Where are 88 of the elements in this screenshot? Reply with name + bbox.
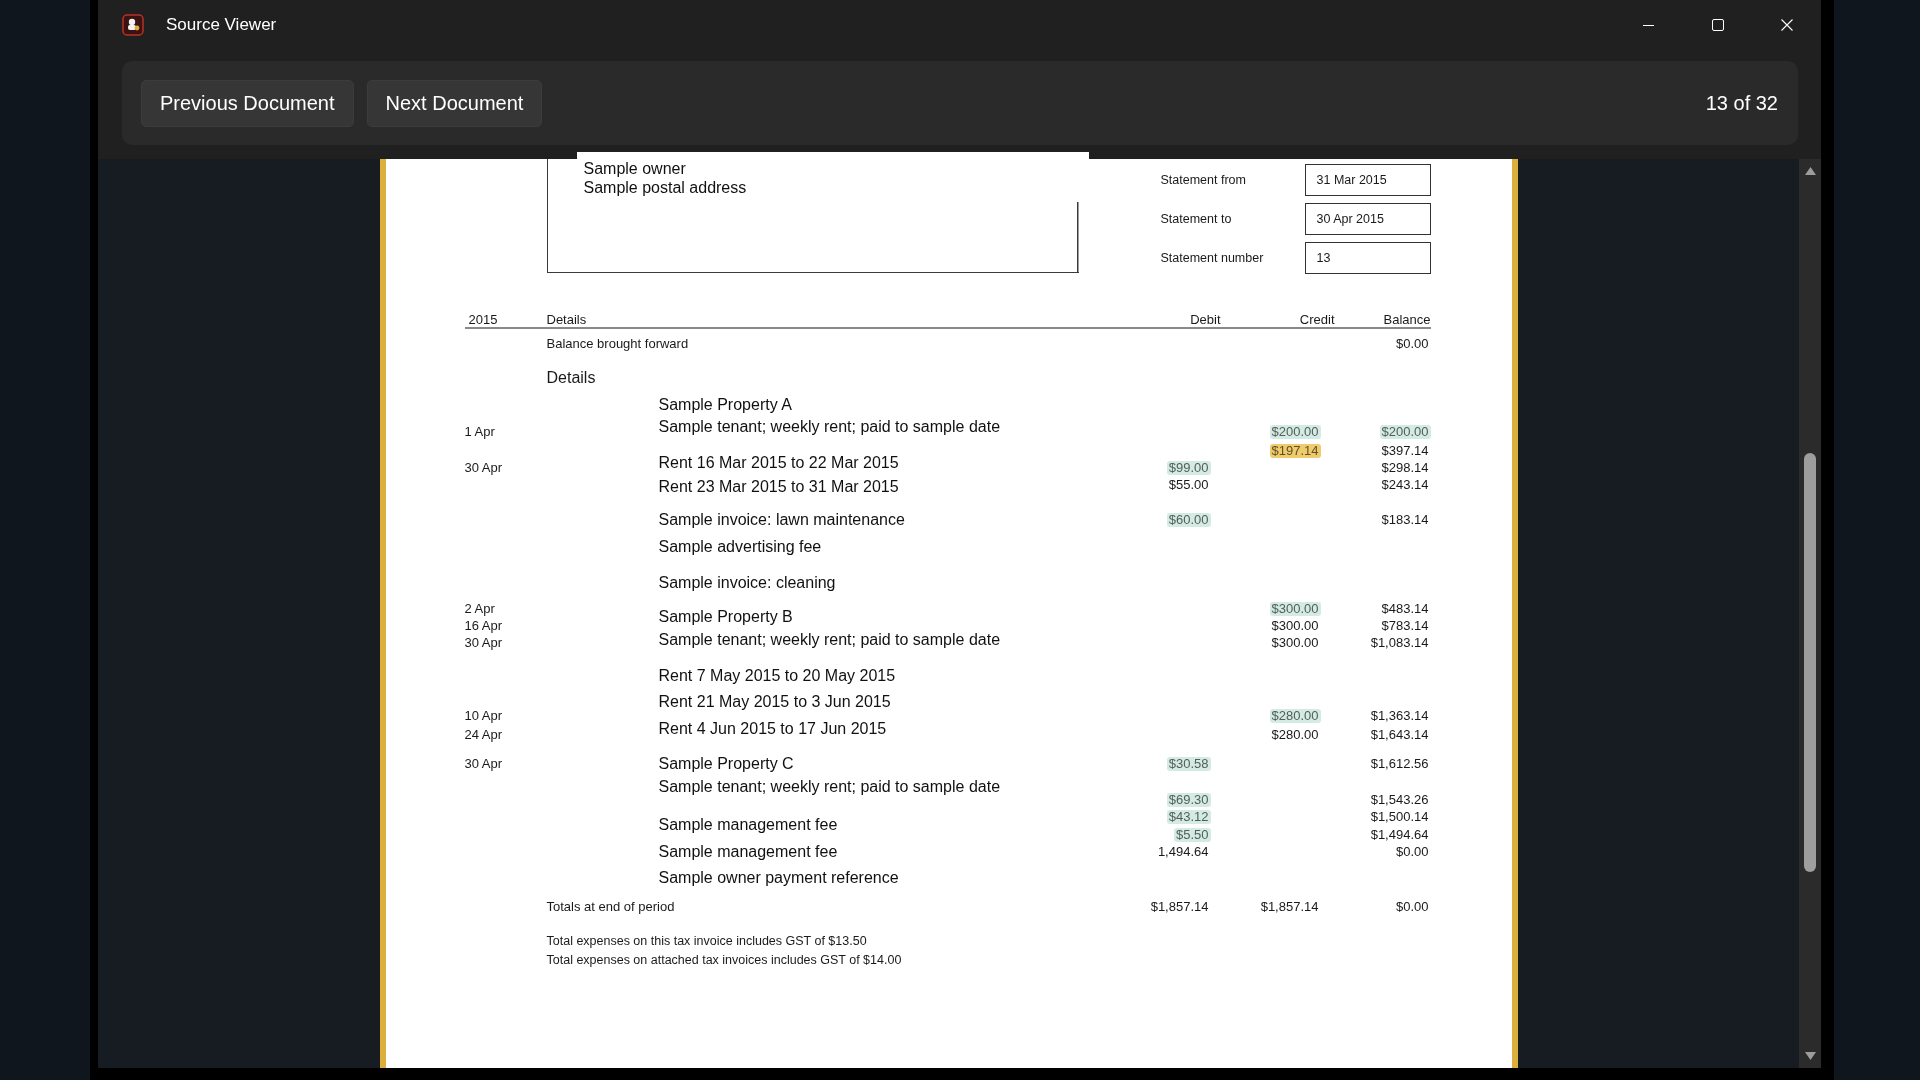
ledger-description: Sample owner payment reference — [658, 868, 899, 887]
highlighted-amount: $300.00 — [1269, 601, 1321, 616]
address-line: Sample postal address — [583, 178, 747, 197]
amount: $1,083.14 — [1370, 635, 1429, 650]
statement-label: Statement from — [1160, 173, 1247, 187]
amount: $300.00 — [1271, 618, 1319, 633]
app-logo-icon — [122, 14, 144, 36]
minimize-icon — [1643, 24, 1654, 26]
row-label: Balance brought forward — [546, 336, 689, 351]
page-counter: 13 of 32 — [1705, 91, 1778, 115]
amount: $1,612.56 — [1370, 756, 1429, 771]
column-header: Details — [546, 312, 587, 327]
amount: $1,643.14 — [1370, 727, 1429, 742]
column-header: Debit — [1190, 312, 1221, 327]
ledger-description: Sample Property C — [658, 754, 794, 773]
entry-date: 24 Apr — [464, 727, 503, 742]
ledger-description: Rent 21 May 2015 to 3 Jun 2015 — [658, 692, 891, 711]
section-heading: Details — [546, 368, 596, 387]
ledger-description: Sample Property B — [658, 607, 793, 626]
amount: $300.00 — [1271, 635, 1319, 650]
amount: $243.14 — [1381, 477, 1429, 492]
total-amount: $0.00 — [1395, 899, 1429, 914]
highlighted-amount: $30.58 — [1166, 756, 1211, 771]
column-header: Balance — [1383, 312, 1431, 327]
entry-date: 30 Apr — [464, 756, 503, 771]
amount: $0.00 — [1395, 844, 1429, 859]
ledger-description: Sample tenant; weekly rent; paid to sample date — [658, 777, 1001, 796]
amount: $0.00 — [1395, 336, 1429, 351]
column-header: 2015 — [467, 312, 498, 327]
gst-note: Total expenses on attached tax invoices includes GST of $14.00 — [546, 952, 902, 969]
amount: 1,494.64 — [1157, 844, 1209, 859]
amount: $1,363.14 — [1370, 708, 1429, 723]
scroll-up-icon[interactable] — [1804, 167, 1816, 175]
entry-date: 2 Apr — [464, 601, 495, 616]
highlighted-amount: $280.00 — [1269, 708, 1321, 723]
statement-label: Statement to — [1160, 212, 1233, 226]
highlighted-amount: $69.30 — [1166, 792, 1211, 807]
highlighted-amount: $5.50 — [1173, 827, 1211, 842]
address-line: Sample owner — [583, 159, 686, 178]
amount: $183.14 — [1381, 512, 1429, 527]
highlighted-amount: $43.12 — [1166, 809, 1211, 824]
ledger-description: Sample tenant; weekly rent; paid to sample date — [658, 417, 1001, 436]
ledger-description: Sample Property A — [658, 395, 792, 414]
ledger-description: Sample management fee — [658, 842, 838, 861]
ledger-description: Sample tenant; weekly rent; paid to sample date — [658, 630, 1001, 649]
ledger-description: Rent 16 Mar 2015 to 22 Mar 2015 — [658, 453, 899, 472]
gst-note: Total expenses on this tax invoice includes GST of $13.50 — [546, 933, 867, 950]
amount: $1,494.64 — [1370, 827, 1429, 842]
nav-button[interactable]: Next Document — [366, 79, 543, 127]
entry-date: 30 Apr — [464, 635, 503, 650]
statement-label: Statement number — [1160, 251, 1265, 265]
totals-label: Totals at end of period — [546, 899, 675, 914]
total-amount: $1,857.14 — [1260, 899, 1319, 914]
amount: $397.14 — [1381, 443, 1429, 458]
amount: $280.00 — [1271, 727, 1319, 742]
ledger-description: Rent 4 Jun 2015 to 17 Jun 2015 — [658, 719, 887, 738]
maximize-icon — [1711, 19, 1724, 31]
statement-value: 30 Apr 2015 — [1304, 203, 1431, 235]
highlighted-amount: $60.00 — [1166, 512, 1211, 527]
ledger-description: Sample invoice: cleaning — [658, 573, 836, 592]
amount: $783.14 — [1381, 618, 1429, 633]
ledger-description: Rent 23 Mar 2015 to 31 Mar 2015 — [658, 477, 899, 496]
ledger-description: Rent 7 May 2015 to 20 May 2015 — [658, 666, 896, 685]
highlighted-amount: $197.14 — [1269, 443, 1321, 458]
scroll-down-icon[interactable] — [1804, 1052, 1816, 1060]
highlighted-amount: $99.00 — [1166, 460, 1211, 475]
entry-date: 10 Apr — [464, 708, 503, 723]
statement-value: 31 Mar 2015 — [1304, 164, 1431, 196]
highlighted-amount: $200.00 — [1269, 424, 1321, 439]
column-header: Credit — [1299, 312, 1335, 327]
amount: $1,500.14 — [1370, 809, 1429, 824]
entry-date: 30 Apr — [464, 460, 503, 475]
total-amount: $1,857.14 — [1150, 899, 1209, 914]
amount: $483.14 — [1381, 601, 1429, 616]
amount: $1,543.26 — [1370, 792, 1429, 807]
highlighted-amount: $200.00 — [1379, 424, 1431, 439]
ledger-description: Sample advertising fee — [658, 537, 822, 556]
scrollbar-thumb[interactable] — [1804, 453, 1816, 872]
statement-value: 13 — [1304, 242, 1431, 274]
close-icon — [1780, 19, 1793, 31]
nav-button[interactable]: Previous Document — [141, 79, 354, 127]
entry-date: 1 Apr — [464, 424, 495, 439]
amount: $55.00 — [1168, 477, 1209, 492]
window-title: Source Viewer — [166, 15, 277, 35]
ledger-description: Sample invoice: lawn maintenance — [658, 510, 905, 529]
entry-date: 16 Apr — [464, 618, 503, 633]
amount: $298.14 — [1381, 460, 1429, 475]
ledger-description: Sample management fee — [658, 815, 838, 834]
